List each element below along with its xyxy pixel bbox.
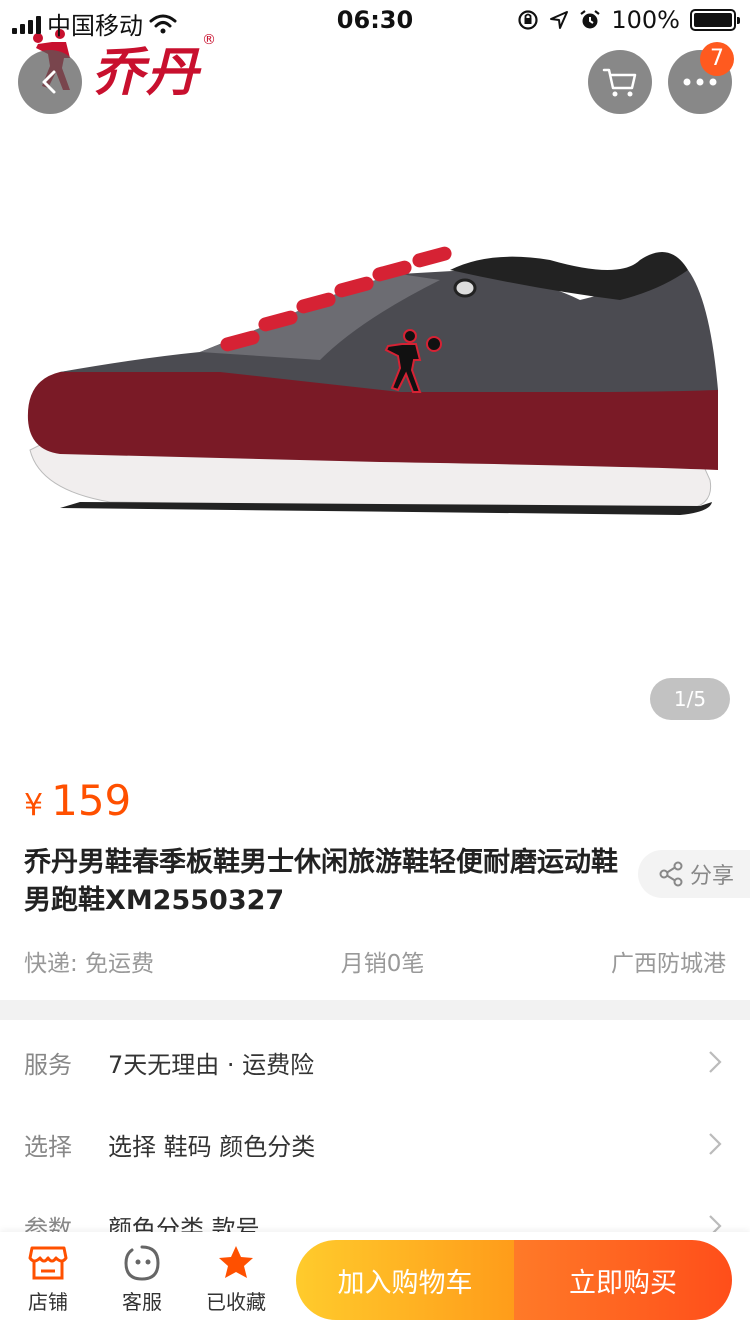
favorite-label: 已收藏 [206, 1290, 266, 1314]
select-value: 选择 鞋码 颜色分类 [108, 1132, 316, 1161]
add-to-cart-button[interactable]: 加入购物车 [296, 1240, 514, 1320]
bottom-action-bar: 店铺 客服 已收藏 加入购物车 立即购买 [0, 1232, 750, 1334]
chat-face-icon [124, 1245, 160, 1281]
share-icon [659, 861, 683, 887]
shipping-info: 快递: 免运费 [24, 951, 155, 977]
back-button[interactable] [18, 50, 82, 114]
price-value: 159 [51, 776, 132, 825]
customer-service-button[interactable]: 客服 [102, 1244, 182, 1315]
product-image[interactable] [20, 240, 720, 530]
service-label: 服务 [24, 1050, 72, 1079]
location-arrow-icon [550, 11, 569, 29]
orientation-lock-icon [518, 10, 538, 30]
price: ¥ 159 [24, 776, 131, 825]
share-label: 分享 [690, 864, 735, 889]
brand-name: 乔丹 [92, 43, 201, 103]
favorite-button[interactable]: 已收藏 [196, 1244, 276, 1315]
shop-label: 店铺 [28, 1290, 68, 1314]
chevron-right-icon [709, 1133, 722, 1155]
shop-icon [28, 1246, 68, 1280]
service-value: 7天无理由 · 运费险 [108, 1050, 315, 1079]
more-dots-icon [683, 78, 717, 86]
product-title: 乔丹男鞋春季板鞋男士休闲旅游鞋轻便耐磨运动鞋男跑鞋XM2550327 [24, 847, 618, 916]
status-bar: 中国移动 06:30 100% [0, 0, 750, 40]
currency-symbol: ¥ [24, 788, 44, 823]
cart-icon [602, 68, 637, 97]
notification-badge: 7 [700, 42, 734, 76]
service-label: 客服 [122, 1290, 162, 1314]
product-gallery[interactable]: 乔丹 ® 7 1/5 [0, 0, 750, 752]
share-button[interactable]: 分享 [638, 850, 750, 898]
alarm-icon [580, 10, 601, 29]
ship-from-location: 广西防城港 [610, 951, 726, 977]
status-right: 100% [517, 6, 740, 34]
select-options-row[interactable]: 选择 选择 鞋码 颜色分类 [0, 1104, 750, 1184]
chevron-left-icon [42, 70, 56, 94]
gallery-page-indicator: 1/5 [650, 678, 730, 720]
star-icon [219, 1246, 253, 1278]
product-meta: 快递: 免运费 月销0笔 广西防城港 [24, 944, 726, 978]
battery-percent: 100% [611, 6, 680, 34]
service-row[interactable]: 服务 7天无理由 · 运费险 [0, 1022, 750, 1102]
select-label: 选择 [24, 1132, 72, 1161]
chevron-right-icon [709, 1051, 722, 1073]
monthly-sales: 月销0笔 [340, 951, 425, 977]
section-divider [0, 1000, 750, 1020]
cart-button[interactable] [588, 50, 652, 114]
battery-icon [690, 9, 740, 31]
buy-now-button[interactable]: 立即购买 [514, 1240, 732, 1320]
shop-button[interactable]: 店铺 [8, 1244, 88, 1315]
